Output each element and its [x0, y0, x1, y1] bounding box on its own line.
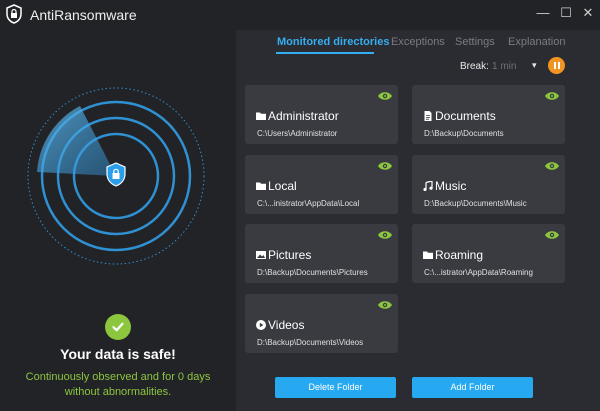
- folder-name: Videos: [268, 318, 305, 332]
- eye-icon[interactable]: [544, 230, 560, 240]
- minimize-button[interactable]: —: [535, 5, 551, 21]
- folder-path: D:\Backup\Documents\Videos: [257, 338, 364, 347]
- folder-card[interactable]: Local C:\...inistrator\AppData\Local: [245, 155, 398, 214]
- break-label: Break:: [460, 61, 489, 72]
- folder-name: Local: [268, 179, 297, 193]
- status-subtitle-line2: without abnormalities.: [64, 386, 172, 398]
- folder-name: Roaming: [435, 248, 484, 262]
- folder-card[interactable]: Roaming C:\...istrator\AppData\Roaming: [412, 224, 565, 283]
- maximize-button[interactable]: ☐: [558, 5, 574, 21]
- break-select[interactable]: 1 min: [492, 61, 516, 72]
- folder-path: C:\...istrator\AppData\Roaming: [424, 268, 533, 277]
- picture-icon: [256, 251, 266, 259]
- app-title: AntiRansomware: [30, 7, 137, 23]
- eye-icon[interactable]: [377, 230, 393, 240]
- folder-icon: [423, 251, 433, 259]
- folder-name: Pictures: [268, 248, 312, 262]
- title-bar: AntiRansomware — ☐ ✕: [0, 0, 600, 30]
- status-subtitle-line1: Continuously observed and for 0 days: [25, 371, 211, 383]
- chevron-down-icon[interactable]: ▾: [532, 60, 537, 71]
- folder-card[interactable]: Documents D:\Backup\Documents: [412, 85, 565, 144]
- delete-folder-button[interactable]: Delete Folder: [275, 377, 396, 398]
- folder-icon: [256, 182, 266, 190]
- eye-icon[interactable]: [377, 161, 393, 171]
- tab-settings[interactable]: Settings: [455, 36, 495, 48]
- folder-name: Documents: [435, 109, 496, 123]
- add-folder-button[interactable]: Add Folder: [412, 377, 533, 398]
- tab-exceptions[interactable]: Exceptions: [391, 36, 445, 48]
- close-button[interactable]: ✕: [580, 5, 596, 21]
- status-title: Your data is safe!: [60, 346, 176, 362]
- folder-card[interactable]: Music D:\Backup\Documents\Music: [412, 155, 565, 214]
- folder-path: D:\Backup\Documents\Music: [424, 199, 527, 208]
- active-tab-indicator: [276, 52, 374, 54]
- eye-icon[interactable]: [544, 91, 560, 101]
- folder-icon: [256, 112, 266, 120]
- tab-explanation[interactable]: Explanation: [508, 36, 566, 48]
- safe-check-icon: [105, 314, 131, 340]
- document-icon: [424, 111, 432, 121]
- status-panel: Your data is safe! Continuously observed…: [0, 30, 236, 411]
- pause-button[interactable]: [548, 57, 565, 74]
- folder-card[interactable]: Pictures D:\Backup\Documents\Pictures: [245, 224, 398, 283]
- eye-icon[interactable]: [544, 161, 560, 171]
- shield-lock-icon: [6, 4, 22, 24]
- folder-path: C:\Users\Administrator: [257, 129, 338, 138]
- folder-path: D:\Backup\Documents\Pictures: [257, 268, 368, 277]
- folder-card[interactable]: Administrator C:\Users\Administrator: [245, 85, 398, 144]
- radar-scan-graphic: [27, 87, 205, 265]
- tab-monitored-directories[interactable]: Monitored directories: [277, 36, 389, 48]
- folder-name: Music: [435, 179, 467, 193]
- eye-icon[interactable]: [377, 91, 393, 101]
- video-icon: [256, 320, 266, 330]
- status-subtitle: Continuously observed and for 0 days wit…: [0, 370, 236, 400]
- folder-path: C:\...inistrator\AppData\Local: [257, 199, 360, 208]
- folder-path: D:\Backup\Documents: [424, 129, 504, 138]
- folder-card[interactable]: Videos D:\Backup\Documents\Videos: [245, 294, 398, 353]
- eye-icon[interactable]: [377, 300, 393, 310]
- folder-name: Administrator: [268, 109, 339, 123]
- music-icon: [423, 181, 433, 191]
